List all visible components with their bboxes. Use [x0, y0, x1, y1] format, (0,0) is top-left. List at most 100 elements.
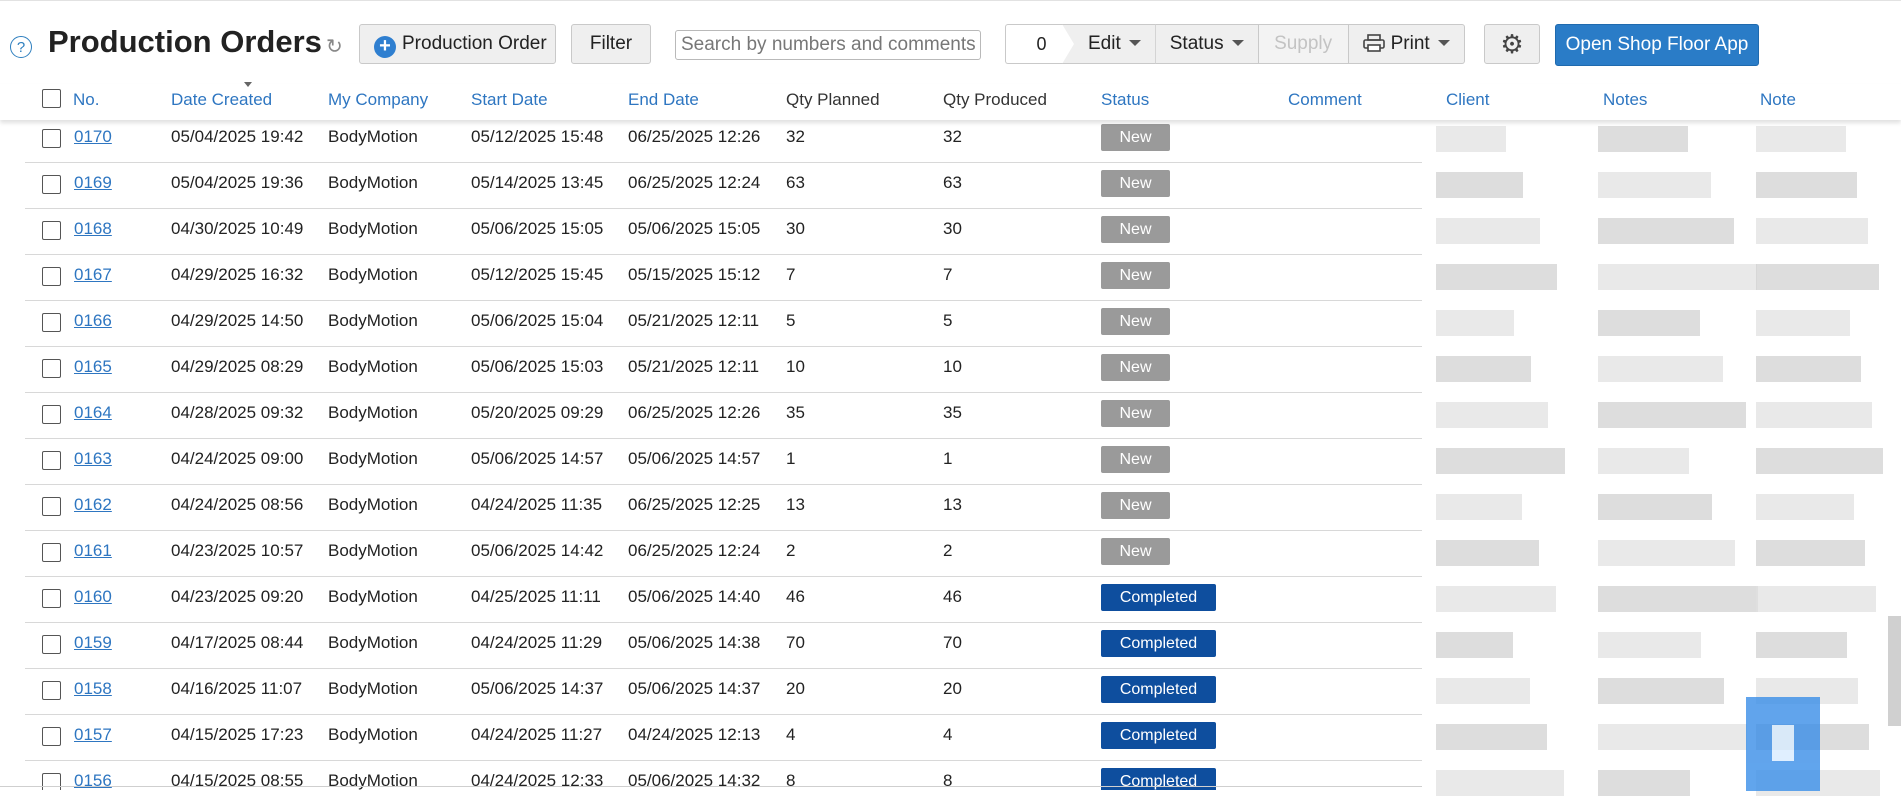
- my-company-cell: BodyMotion: [328, 311, 418, 330]
- table-body: 0170 05/04/2025 19:42 BodyMotion 05/12/2025…: [0, 120, 1422, 790]
- column-header-end-date[interactable]: End Date: [628, 90, 699, 110]
- help-icon[interactable]: ?: [10, 36, 32, 58]
- status-badge: New: [1101, 216, 1170, 243]
- print-dropdown-button[interactable]: Print: [1348, 24, 1465, 64]
- obscured-cell: [1598, 770, 1690, 796]
- table-row[interactable]: 0169 05/04/2025 19:36 BodyMotion 05/14/2025…: [25, 162, 1422, 209]
- obscured-cell: [1598, 586, 1758, 612]
- obscured-row: [1422, 668, 1901, 714]
- obscured-row: [1422, 438, 1901, 484]
- new-production-order-button[interactable]: + Production Order: [359, 24, 556, 64]
- scrollbar[interactable]: [1888, 616, 1901, 726]
- toolbar: ? Production Orders ↻ + Production Order …: [0, 6, 1901, 74]
- search-input[interactable]: [675, 30, 981, 60]
- row-checkbox[interactable]: [42, 773, 61, 790]
- row-checkbox[interactable]: [42, 221, 61, 240]
- table-row[interactable]: 0170 05/04/2025 19:42 BodyMotion 05/12/2025…: [25, 120, 1422, 163]
- table-row[interactable]: 0162 04/24/2025 08:56 BodyMotion 04/24/2025…: [25, 484, 1422, 531]
- order-number-link[interactable]: 0161: [74, 541, 112, 561]
- table-row[interactable]: 0168 04/30/2025 10:49 BodyMotion 05/06/2025…: [25, 208, 1422, 255]
- order-number-link[interactable]: 0158: [74, 679, 112, 699]
- row-checkbox[interactable]: [42, 589, 61, 608]
- start-date-cell: 05/12/2025 15:48: [471, 127, 604, 146]
- qty-produced-cell: 35: [943, 403, 962, 422]
- column-header-qty-planned[interactable]: Qty Planned: [786, 90, 880, 110]
- row-checkbox[interactable]: [42, 635, 61, 654]
- action-button-group: Edit Status Supply Print: [1062, 24, 1465, 64]
- order-number-link[interactable]: 0162: [74, 495, 112, 515]
- table-row[interactable]: 0160 04/23/2025 09:20 BodyMotion 04/25/2025…: [25, 576, 1422, 623]
- column-header-my-company[interactable]: My Company: [328, 90, 428, 110]
- row-checkbox[interactable]: [42, 497, 61, 516]
- row-checkbox[interactable]: [42, 129, 61, 148]
- row-checkbox[interactable]: [42, 543, 61, 562]
- table-row[interactable]: 0166 04/29/2025 14:50 BodyMotion 05/06/2025…: [25, 300, 1422, 347]
- column-header-note[interactable]: Note: [1760, 90, 1796, 110]
- qty-produced-cell: 30: [943, 219, 962, 238]
- obscured-cell: [1598, 724, 1747, 750]
- table-row[interactable]: 0164 04/28/2025 09:32 BodyMotion 05/20/2025…: [25, 392, 1422, 439]
- column-header-status[interactable]: Status: [1101, 90, 1149, 110]
- page-title: Production Orders: [48, 24, 322, 59]
- table-row[interactable]: 0163 04/24/2025 09:00 BodyMotion 05/06/2025…: [25, 438, 1422, 485]
- row-checkbox[interactable]: [42, 451, 61, 470]
- status-badge: New: [1101, 492, 1170, 519]
- order-number-link[interactable]: 0159: [74, 633, 112, 653]
- chat-widget-icon[interactable]: [1746, 697, 1820, 791]
- order-number-link[interactable]: 0163: [74, 449, 112, 469]
- table-row[interactable]: 0167 04/29/2025 16:32 BodyMotion 05/12/2025…: [25, 254, 1422, 301]
- qty-produced-cell: 2: [943, 541, 953, 560]
- order-number-link[interactable]: 0169: [74, 173, 112, 193]
- order-number-link[interactable]: 0156: [74, 771, 112, 790]
- row-checkbox[interactable]: [42, 727, 61, 746]
- column-header-comment[interactable]: Comment: [1288, 90, 1362, 110]
- status-dropdown-button[interactable]: Status: [1155, 24, 1259, 64]
- column-header-no[interactable]: No.: [73, 90, 99, 110]
- status-badge: New: [1101, 262, 1170, 289]
- qty-produced-cell: 5: [943, 311, 953, 330]
- settings-button[interactable]: ⚙: [1484, 24, 1540, 64]
- table-bottom-border: [0, 786, 1422, 787]
- order-number-link[interactable]: 0165: [74, 357, 112, 377]
- order-number-link[interactable]: 0170: [74, 127, 112, 147]
- column-header-date-created[interactable]: Date Created: [171, 90, 272, 110]
- order-number-link[interactable]: 0166: [74, 311, 112, 331]
- row-checkbox[interactable]: [42, 359, 61, 378]
- table-row[interactable]: 0158 04/16/2025 11:07 BodyMotion 05/06/2025…: [25, 668, 1422, 715]
- row-checkbox[interactable]: [42, 405, 61, 424]
- filter-button[interactable]: Filter: [571, 24, 651, 64]
- column-header-start-date[interactable]: Start Date: [471, 90, 548, 110]
- order-number-link[interactable]: 0157: [74, 725, 112, 745]
- chevron-down-icon: [1231, 40, 1244, 46]
- row-checkbox[interactable]: [42, 681, 61, 700]
- column-header-notes[interactable]: Notes: [1603, 90, 1647, 110]
- table-row[interactable]: 0165 04/29/2025 08:29 BodyMotion 05/06/2025…: [25, 346, 1422, 393]
- status-badge: New: [1101, 308, 1170, 335]
- row-checkbox[interactable]: [42, 175, 61, 194]
- date-created-cell: 04/17/2025 08:44: [171, 633, 304, 652]
- order-number-link[interactable]: 0167: [74, 265, 112, 285]
- qty-produced-cell: 20: [943, 679, 962, 698]
- order-number-link[interactable]: 0164: [74, 403, 112, 423]
- order-number-link[interactable]: 0160: [74, 587, 112, 607]
- column-header-qty-produced[interactable]: Qty Produced: [943, 90, 1047, 110]
- my-company-cell: BodyMotion: [328, 449, 418, 468]
- select-all-checkbox[interactable]: [42, 89, 61, 108]
- obscured-cell: [1436, 494, 1522, 520]
- table-row[interactable]: 0157 04/15/2025 17:23 BodyMotion 04/24/2025…: [25, 714, 1422, 761]
- row-checkbox[interactable]: [42, 313, 61, 332]
- table-row[interactable]: 0161 04/23/2025 10:57 BodyMotion 05/06/2025…: [25, 530, 1422, 577]
- table-row[interactable]: 0159 04/17/2025 08:44 BodyMotion 04/24/2025…: [25, 622, 1422, 669]
- start-date-cell: 04/24/2025 11:29: [471, 633, 603, 652]
- open-shop-floor-app-button[interactable]: Open Shop Floor App: [1555, 24, 1759, 66]
- qty-planned-cell: 46: [786, 587, 805, 606]
- obscured-row: [1422, 208, 1901, 254]
- refresh-icon[interactable]: ↻: [326, 37, 346, 57]
- column-header-client[interactable]: Client: [1446, 90, 1489, 110]
- date-created-cell: 04/28/2025 09:32: [171, 403, 304, 422]
- start-date-cell: 05/20/2025 09:29: [471, 403, 604, 422]
- supply-button[interactable]: Supply: [1258, 24, 1349, 64]
- order-number-link[interactable]: 0168: [74, 219, 112, 239]
- edit-dropdown-button[interactable]: Edit: [1062, 24, 1156, 64]
- row-checkbox[interactable]: [42, 267, 61, 286]
